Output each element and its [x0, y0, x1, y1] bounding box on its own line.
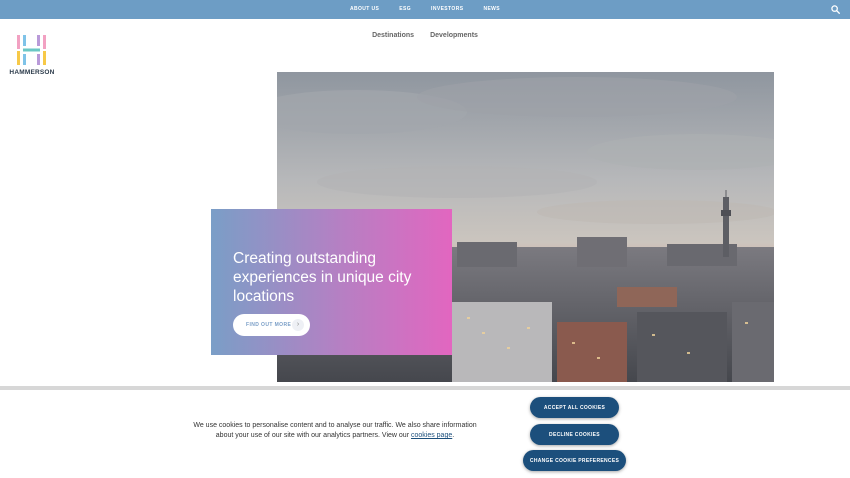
top-nav-esg[interactable]: ESG: [399, 0, 411, 19]
find-out-more-label: FIND OUT MORE: [246, 322, 292, 328]
main-nav: Destinations Developments: [0, 32, 850, 39]
brand-name: HAMMERSON: [9, 69, 55, 76]
change-cookie-preferences-label: CHANGE COOKIE PREFERENCES: [529, 457, 620, 464]
cookies-page-link[interactable]: cookies page: [411, 432, 452, 439]
hammerson-logo[interactable]: HAMMERSON: [9, 35, 55, 79]
change-cookie-preferences-button[interactable]: CHANGE COOKIE PREFERENCES: [523, 450, 626, 471]
find-out-more-button[interactable]: FIND OUT MORE ›: [233, 314, 310, 336]
cookie-banner: We use cookies to personalise content an…: [0, 390, 850, 478]
logo-mark-icon: [17, 35, 46, 65]
accept-all-cookies-label: ACCEPT ALL COOKIES: [543, 404, 606, 411]
nav-developments[interactable]: Developments: [430, 32, 478, 39]
accept-all-cookies-button[interactable]: ACCEPT ALL COOKIES: [530, 397, 619, 418]
cookie-message: We use cookies to personalise content an…: [190, 421, 480, 441]
hero-card: Creating outstanding experiences in uniq…: [211, 209, 452, 355]
top-nav: ABOUT US ESG INVESTORS NEWS: [340, 0, 510, 19]
cookie-message-period: .: [452, 432, 455, 439]
search-icon[interactable]: [831, 5, 840, 14]
nav-destinations[interactable]: Destinations: [372, 32, 414, 39]
hero-title: Creating outstanding experiences in uniq…: [233, 250, 412, 305]
decline-cookies-label: DECLINE COOKIES: [549, 431, 600, 438]
chevron-right-icon: ›: [292, 319, 304, 331]
top-bar: ABOUT US ESG INVESTORS NEWS: [0, 0, 850, 19]
decline-cookies-button[interactable]: DECLINE COOKIES: [530, 424, 619, 445]
top-nav-about-us[interactable]: ABOUT US: [350, 0, 379, 19]
top-nav-news[interactable]: NEWS: [483, 0, 500, 19]
top-nav-investors[interactable]: INVESTORS: [431, 0, 463, 19]
